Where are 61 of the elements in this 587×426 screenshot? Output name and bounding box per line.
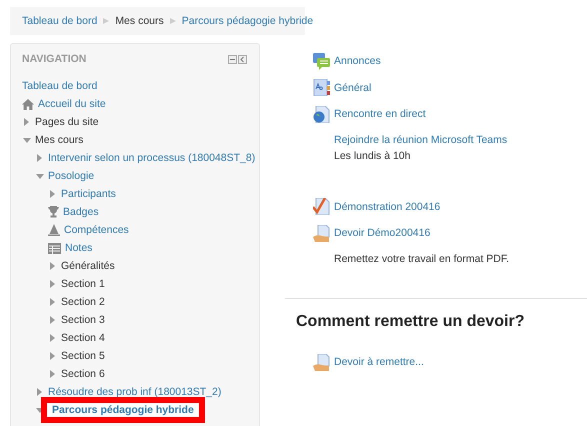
nav-item[interactable]: Intervenir selon un processus (180048ST_8)	[48, 152, 256, 164]
nav-item[interactable]: Section 6	[61, 368, 105, 380]
separator-icon	[103, 18, 110, 24]
nav-item[interactable]: Section 1	[61, 278, 105, 290]
expanded-caret-icon[interactable]	[36, 408, 44, 412]
home-icon	[22, 98, 34, 110]
breadcrumb-item[interactable]: Tableau de bord	[22, 15, 98, 27]
pyramid-icon	[48, 224, 60, 236]
collapsed-caret-icon[interactable]	[50, 262, 55, 270]
nav-item[interactable]: Compétences	[64, 224, 129, 236]
activity-link[interactable]: Annonces	[334, 55, 381, 68]
nav-item[interactable]: Badges	[63, 206, 99, 218]
checkmark-document-icon	[313, 198, 330, 216]
nav-item[interactable]: Pages du site	[35, 116, 99, 128]
description-text: Les lundis à 10h	[334, 150, 412, 162]
hand-document-icon	[313, 224, 330, 242]
nav-item[interactable]: Section 2	[61, 296, 105, 308]
nav-item[interactable]: Accueil du site	[38, 98, 106, 110]
meeting-link[interactable]: Rejoindre la réunion Microsoft Teams	[334, 134, 587, 146]
collapsed-caret-icon[interactable]	[50, 316, 55, 324]
block-title: NAVIGATION	[22, 53, 86, 65]
nav-item[interactable]: Notes	[65, 242, 92, 254]
expanded-caret-icon[interactable]	[22, 138, 30, 142]
chat-bubbles-icon	[313, 52, 330, 70]
nav-item[interactable]: Mes cours	[35, 134, 84, 146]
hand-document-icon	[313, 354, 330, 371]
collapsed-caret-icon[interactable]	[24, 118, 29, 126]
nav-item[interactable]: Participants	[61, 188, 116, 200]
activity-link[interactable]: Rencontre en direct	[334, 108, 426, 120]
collapsed-caret-icon[interactable]	[37, 388, 42, 396]
dock-icon[interactable]	[238, 54, 247, 64]
activity-link[interactable]: Devoir Démo200416	[334, 227, 430, 240]
nav-item[interactable]: Tableau de bord	[22, 80, 98, 92]
breadcrumb-item[interactable]: Parcours pédagogie hybride	[182, 15, 314, 27]
collapsed-caret-icon[interactable]	[50, 298, 55, 306]
document-icon	[313, 79, 330, 96]
collapsed-caret-icon[interactable]	[50, 190, 55, 198]
activity-link[interactable]: Devoir à remettre...	[334, 356, 424, 368]
nav-item[interactable]: Résoudre des prob inf (180013ST_2)	[48, 386, 222, 398]
breadcrumb-item: Mes cours	[115, 15, 164, 27]
expanded-caret-icon[interactable]	[36, 174, 44, 178]
nav-item[interactable]: Posologie	[48, 170, 94, 182]
collapsed-caret-icon[interactable]	[50, 334, 55, 342]
activity-link[interactable]: Démonstration 200416	[334, 200, 440, 213]
globe-document-icon	[313, 106, 330, 123]
section-heading: Comment remettre un devoir?	[296, 313, 526, 331]
nav-item[interactable]: Section 5	[61, 350, 105, 362]
activity-link[interactable]: Général	[334, 82, 372, 94]
nav-item[interactable]: Section 4	[61, 332, 105, 344]
description-text: Remettez votre travail en format PDF.	[334, 252, 510, 264]
collapsed-caret-icon[interactable]	[37, 154, 42, 162]
collapsed-caret-icon[interactable]	[50, 280, 55, 288]
separator-icon	[170, 18, 176, 24]
table-icon	[48, 242, 61, 254]
collapse-icon[interactable]	[228, 54, 237, 64]
collapsed-caret-icon[interactable]	[50, 352, 55, 360]
collapsed-caret-icon[interactable]	[50, 370, 55, 378]
trophy-icon	[48, 206, 59, 218]
nav-item[interactable]: Parcours pédagogie hybride	[48, 404, 198, 416]
nav-item[interactable]: Section 3	[61, 314, 105, 326]
nav-item[interactable]: Généralités	[61, 260, 115, 272]
